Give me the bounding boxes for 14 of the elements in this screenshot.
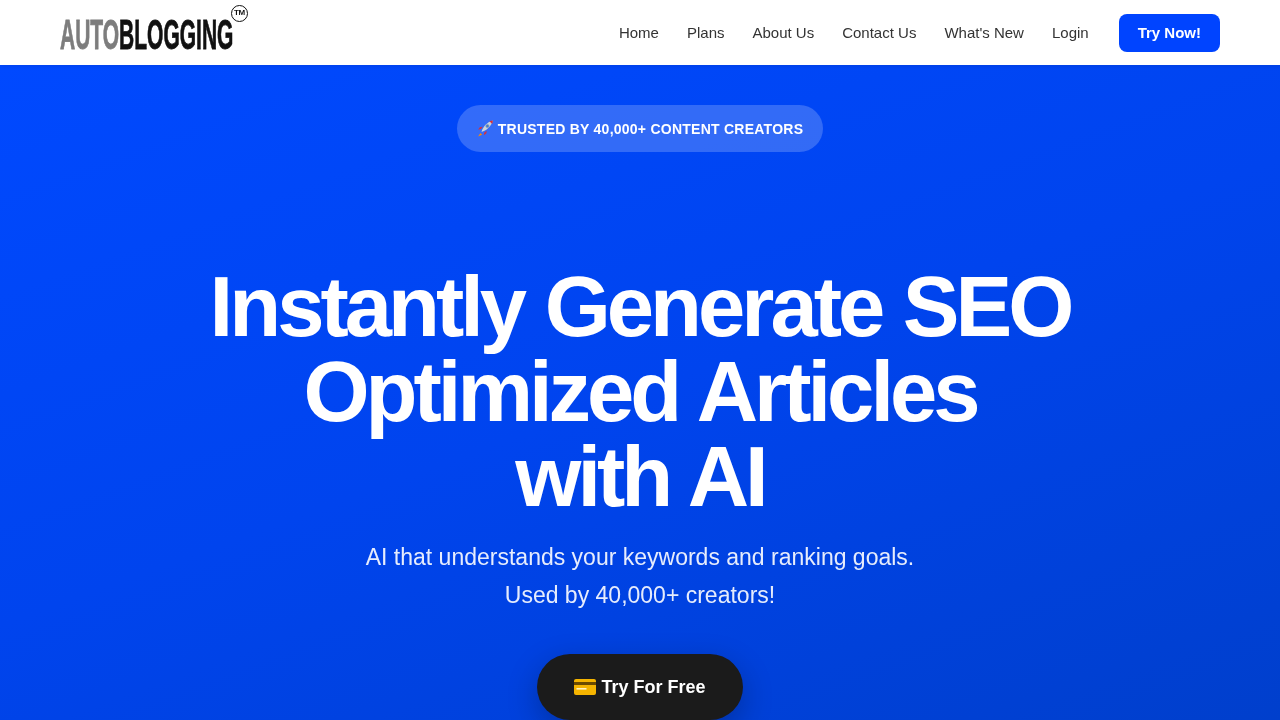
headline: Instantly Generate SEO Optimized Articles with AI [209, 264, 1071, 519]
badge-text: TRUSTED BY 40,000+ CONTENT CREATORS [497, 120, 804, 137]
rocket-icon [476, 120, 494, 137]
nav-link[interactable]: Login [1051, 24, 1089, 41]
nav-link[interactable]: About Us [752, 24, 815, 41]
nav-link[interactable]: Contact Us [842, 24, 917, 41]
try-now-button[interactable]: Try Now! [1118, 13, 1220, 52]
nav-link[interactable]: What's New [944, 24, 1024, 41]
subtitle-text: Used by 40,000+ creators! [504, 581, 776, 610]
try-for-free-button[interactable]: Try For Free [537, 654, 743, 720]
nav-link[interactable]: Plans [686, 24, 725, 41]
credit-card-icon [574, 679, 597, 695]
subtitle-text: AI that understands your keywords and ranking goals. [365, 543, 915, 572]
nav-link[interactable]: Home [618, 24, 659, 41]
